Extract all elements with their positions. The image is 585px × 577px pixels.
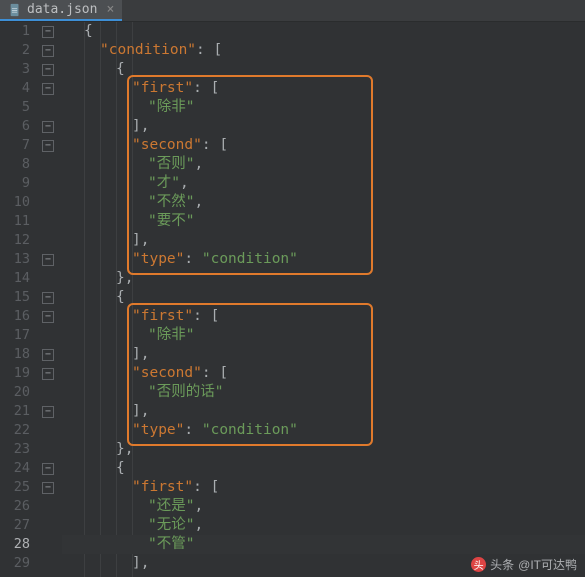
line-number: 20 [0,383,30,402]
code-line: "first": [ [68,478,585,497]
json-file-icon [8,3,22,17]
fold-marker[interactable] [42,292,54,304]
code-line: { [68,288,585,307]
code-line: "first": [ [68,79,585,98]
line-number: 21 [0,402,30,421]
watermark-handle: @IT可达鸭 [518,556,577,573]
code-line: "second": [ [68,136,585,155]
code-line: "不管" [68,535,585,554]
code-line: "才", [68,174,585,193]
code-line: }, [68,440,585,459]
fold-marker[interactable] [42,463,54,475]
line-number: 27 [0,516,30,535]
code-line: "无论", [68,516,585,535]
code-line: "type": "condition" [68,250,585,269]
line-number: 29 [0,554,30,573]
line-number: 6 [0,117,30,136]
line-number: 25 [0,478,30,497]
line-number: 11 [0,212,30,231]
fold-marker[interactable] [42,406,54,418]
fold-marker[interactable] [42,83,54,95]
code-line: { [68,22,585,41]
line-number: 24 [0,459,30,478]
line-number: 4 [0,79,30,98]
fold-marker[interactable] [42,254,54,266]
line-number: 14 [0,269,30,288]
fold-marker[interactable] [42,349,54,361]
code-line: "type": "condition" [68,421,585,440]
editor: 1234567891011121314151617181920212223242… [0,22,585,577]
code-line: "要不" [68,212,585,231]
code-line: "否则的话" [68,383,585,402]
tab-bar: data.json × [0,0,585,22]
fold-marker[interactable] [42,140,54,152]
tab-close-icon[interactable]: × [106,2,114,17]
watermark: 头 头条 @IT可达鸭 [471,556,577,573]
fold-marker[interactable] [42,482,54,494]
line-number: 15 [0,288,30,307]
code-line: "condition": [ [68,41,585,60]
line-number: 2 [0,41,30,60]
code-line: "还是", [68,497,585,516]
code-line: ], [68,231,585,250]
code-line: "否则", [68,155,585,174]
code-line: ], [68,117,585,136]
file-tab[interactable]: data.json × [0,0,122,21]
line-number: 7 [0,136,30,155]
line-number: 13 [0,250,30,269]
line-number: 10 [0,193,30,212]
code-line: "first": [ [68,307,585,326]
line-number: 3 [0,60,30,79]
line-number: 23 [0,440,30,459]
line-number: 22 [0,421,30,440]
line-number: 28 [0,535,30,554]
watermark-icon: 头 [471,557,486,572]
line-number: 5 [0,98,30,117]
code-line: ], [68,345,585,364]
fold-gutter [36,22,62,577]
fold-marker[interactable] [42,64,54,76]
tab-filename: data.json [27,2,97,17]
watermark-prefix: 头条 [490,556,514,573]
code-line: { [68,459,585,478]
line-number: 16 [0,307,30,326]
line-number: 19 [0,364,30,383]
code-line: }, [68,269,585,288]
code-area[interactable]: {"condition": [{"first": ["除非"],"second"… [62,22,585,577]
code-line: "除非" [68,98,585,117]
fold-marker[interactable] [42,311,54,323]
fold-marker[interactable] [42,368,54,380]
code-line: "second": [ [68,364,585,383]
code-line: "除非" [68,326,585,345]
line-number: 18 [0,345,30,364]
code-line: "不然", [68,193,585,212]
line-number: 17 [0,326,30,345]
line-number: 26 [0,497,30,516]
line-number: 9 [0,174,30,193]
line-number: 1 [0,22,30,41]
line-number: 12 [0,231,30,250]
code-line: ], [68,402,585,421]
line-number: 8 [0,155,30,174]
fold-marker[interactable] [42,121,54,133]
line-number-gutter: 1234567891011121314151617181920212223242… [0,22,36,577]
code-line: { [68,60,585,79]
fold-marker[interactable] [42,45,54,57]
fold-marker[interactable] [42,26,54,38]
